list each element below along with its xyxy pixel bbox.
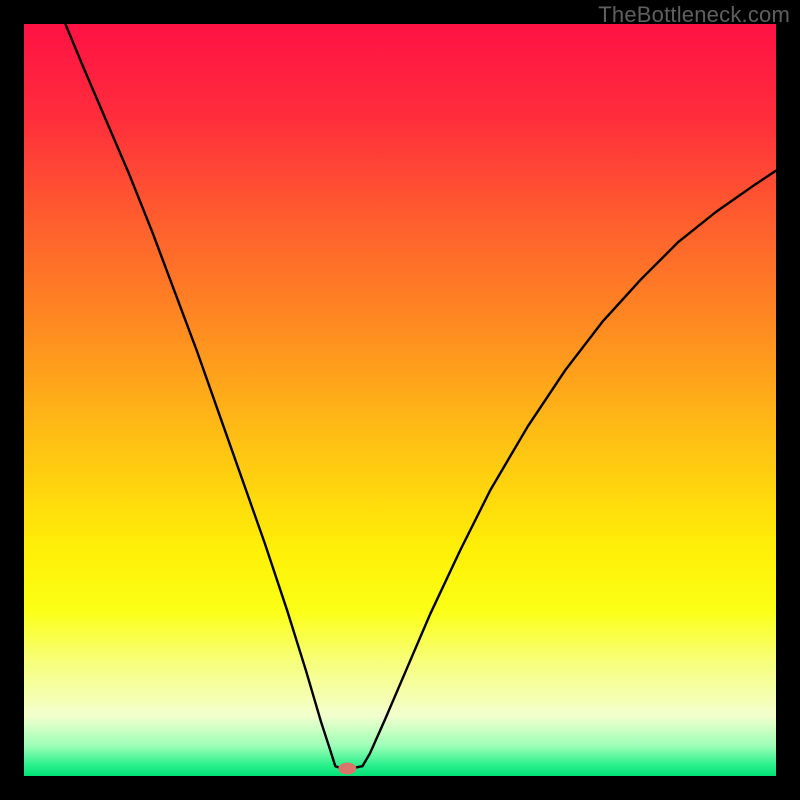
chart-frame: TheBottleneck.com — [0, 0, 800, 800]
bottleneck-chart — [24, 24, 776, 776]
chart-background — [24, 24, 776, 776]
optimal-point-marker — [338, 762, 356, 774]
